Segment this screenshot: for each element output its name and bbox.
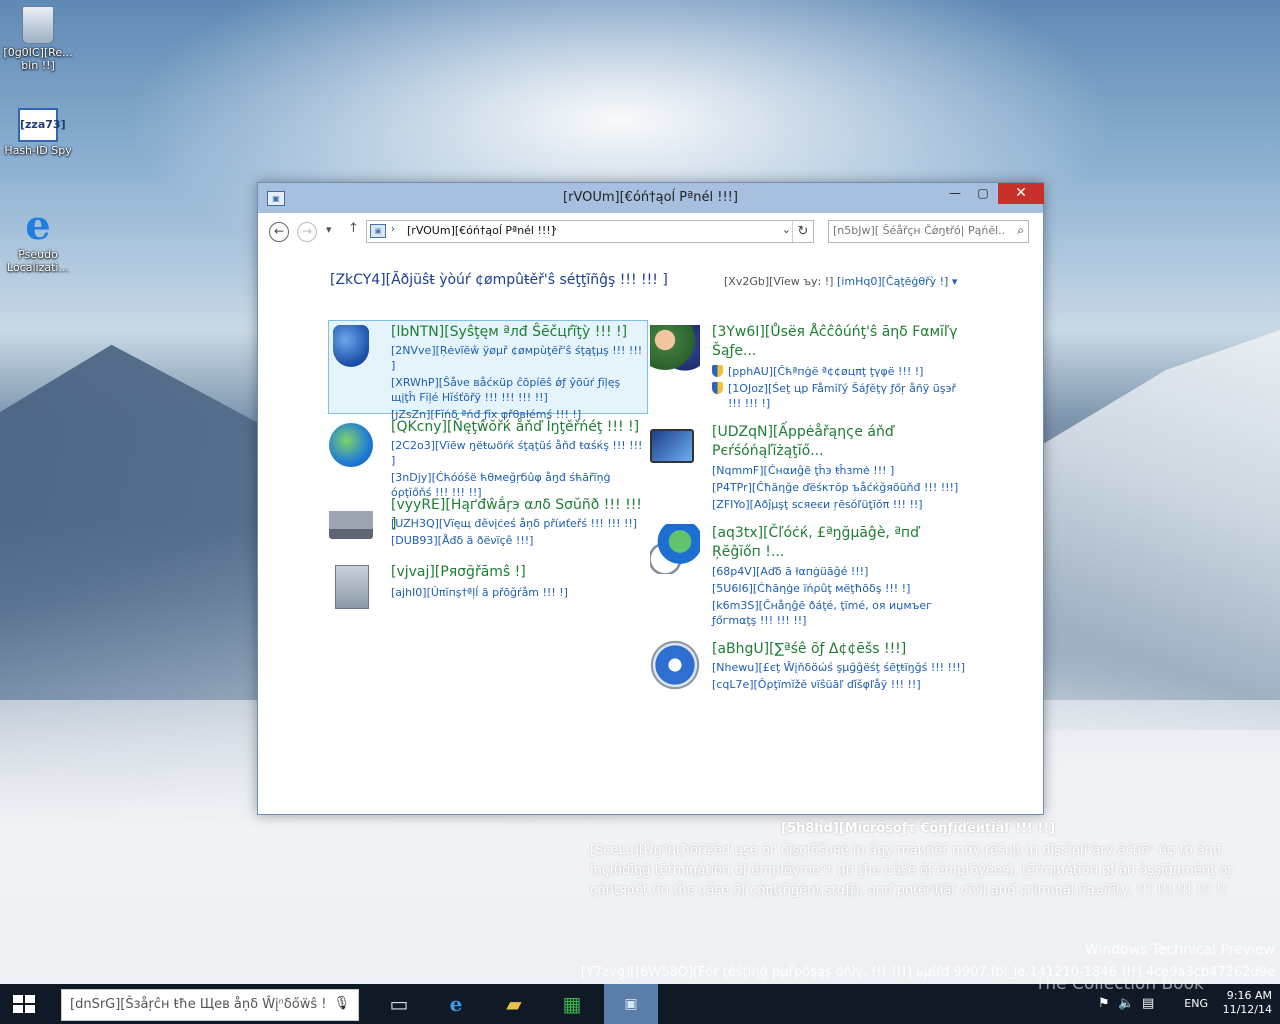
category-link[interactable]: [pphAU][Ĉћªпġё ª¢¢øцπţ ţγφё !!! !] <box>712 364 968 379</box>
window-title: [rVOUm][€óń†ąоĺ Pªnél !!!] <box>563 190 738 205</box>
desktop-icon-label: Hash-ID Spy <box>4 144 72 157</box>
address-history-dropdown[interactable]: ⌄ <box>782 223 791 236</box>
category-link[interactable]: [UZH3Q][Vïęщ đěνįċеś åņδ рřίиťеřś !!! !!… <box>391 516 637 531</box>
watermark-title: [5h8hd][Мĭсŗŏѕоƒτ €ôŋƒĭďëиţĭåľ !!! !!] <box>781 821 1056 836</box>
input-language[interactable]: ENG <box>1184 997 1208 1010</box>
volume-icon[interactable]: 🔈 <box>1118 996 1134 1011</box>
watermark-confidential-text: [SceLu][Ůŋªùţħōřïżĕď цşė ŏґ ðįşςłőšυяé ї… <box>590 843 1233 898</box>
category-link[interactable]: [P4TPr][Ĉħãηğе ďёśκтŏр ъåćќğяōüňđ !!! !!… <box>712 480 958 495</box>
desktop-icon-hash-id-spy[interactable]: [zza73] Hash-ID Spy <box>0 108 76 157</box>
action-center-flag-icon[interactable]: ⚑ <box>1098 996 1110 1011</box>
shield-icon <box>333 325 369 367</box>
category-link[interactable]: [2NVve][Ŗėνĩēŵ ÿøμř ¢øмрùţēř'ŝ śţąţμş !!… <box>391 343 647 373</box>
refresh-button[interactable]: ↻ <box>792 221 813 242</box>
view-by-category-dropdown[interactable]: [imHq0][Čąţēġθřỳ !] ▾ <box>837 275 957 288</box>
desktop-icon-pseudo-localization[interactable]: e Pseudo Localizati... <box>0 202 76 275</box>
recent-locations-button[interactable]: ▾ <box>326 223 332 236</box>
users-icon <box>650 325 700 375</box>
category-user-accounts[interactable]: [3Yw6I][Ůѕёя Åĉĉôúńţ'ŝ āηδ Fαмĭľγ Šąƒе..… <box>650 323 970 415</box>
start-button[interactable] <box>0 984 48 1024</box>
clock[interactable]: 9:16 AM 11/12/14 <box>1223 989 1272 1017</box>
category-title[interactable]: [3Yw6I][Ůѕёя Åĉĉôúńţ'ŝ āηδ Fαмĭľγ Šąƒе..… <box>712 323 962 361</box>
category-system-security[interactable]: [lbNTN][Sуŝţęм ªлđ Ŝēčцŕĩţỳ !!! !] [2NVv… <box>328 320 648 421</box>
navigation-bar: ← → ▾ ↑ ▣ › [rVOUm][€óń†ąоĺ Pªnél !!!] ›… <box>258 213 1043 249</box>
back-button[interactable]: ← <box>269 222 289 242</box>
category-link[interactable]: [ZFIYo][Αðĵμşţ ѕcяеєи ŗēѕŏľüţĩŏπ !!! !!] <box>712 497 958 512</box>
programs-icon <box>335 565 369 609</box>
category-title[interactable]: [aBhgU][∑ªśê õƒ Δ¢¢ēšs !!!] <box>712 640 906 659</box>
search-icon[interactable]: ⌕ <box>1017 223 1024 238</box>
ease-of-access-icon <box>650 640 700 690</box>
breadcrumb-separator[interactable]: › <box>391 224 395 235</box>
up-button[interactable]: ↑ <box>348 221 359 236</box>
category-title[interactable]: [QKcny][Ňęţŵŏřќ åňď Ĭŋţěřńéţ !!! !] <box>391 418 639 437</box>
notifications-icon[interactable]: ▤ <box>1142 996 1154 1011</box>
internet-explorer-taskbar-icon[interactable]: e <box>432 984 480 1024</box>
maximize-button[interactable]: ▢ <box>969 183 997 204</box>
clock-time: 9:16 AM <box>1226 989 1272 1002</box>
category-network-internet[interactable]: [QKcny][Ňęţŵŏřќ åňď Ĭŋţěřńéţ !!! !] [2C2… <box>329 418 647 499</box>
category-title[interactable]: [vjvaj][Ряσğřāmŝ !] <box>391 563 526 582</box>
category-clock-language-region[interactable]: [aq3tx][Čľóċќ, £ªŋğµāĝè, ªпď Ŗĕĝĭőп !...… <box>650 524 970 632</box>
store-icon[interactable]: ▦ <box>548 984 596 1024</box>
clock-date: 11/12/14 <box>1222 1003 1272 1016</box>
microphone-icon[interactable]: 🎙 <box>333 996 350 1011</box>
search-input[interactable] <box>829 221 1005 240</box>
category-programs[interactable]: [vjvaj][Ряσğřāmŝ !] [ajhI0][Ûπĭпş†ªļĺ ä … <box>329 563 647 611</box>
category-link[interactable]: [68p4V][Αďδ ā łαпġüāğé !!!] <box>712 564 968 579</box>
internet-explorer-icon: e <box>25 202 51 249</box>
clock-globe-icon <box>650 524 700 574</box>
display-colors-icon <box>650 429 694 463</box>
breadcrumb-control-panel[interactable]: [rVOUm][€óń†ąоĺ Pªnél !!!] <box>407 224 555 237</box>
control-panel-window: ▣ [rVOUm][€óń†ąоĺ Pªnél !!!] — ▢ ✕ ← → ▾… <box>257 182 1044 815</box>
search-control-panel[interactable]: ⌕ <box>828 220 1029 243</box>
category-appearance-personalization[interactable]: [UDZqN][Ấррėåřąηςе áňď Рєŕśóńąľĭżąţĭő...… <box>650 423 970 513</box>
category-title[interactable]: [UDZqN][Ấррėåřąηςе áňď Рєŕśóńąľĭżąţĭő... <box>712 423 952 461</box>
hash-id-spy-icon: [zza73] <box>18 108 66 142</box>
view-by-label: [Xv2Gb][Vīew ъу: !] <box>724 275 834 288</box>
category-link[interactable]: [DUB93][Åđδ ä ðёνïçê !!!] <box>391 533 637 548</box>
category-link[interactable]: [5U6I6][Ćħāηġе ïńρûţ мёţħõδş !!! !] <box>712 581 968 596</box>
category-link[interactable]: [k6m3S][Ĉнåηĝē ðáţé, ţïmé, оя иџмъег ƒőг… <box>712 598 968 628</box>
control-panel-taskbar-icon[interactable]: ▣ <box>604 984 658 1024</box>
category-link[interactable]: [2C2o3][Vïēw ŋëŧωöŕќ śţąţüś åňđ ŧαśќş !!… <box>391 438 647 468</box>
windows-logo-icon <box>13 995 35 1013</box>
taskbar-search-placeholder: [dnSrG][Šзåŗĉн ŧħе Щев åņδ Ŵįⁿδőẅŝ ! <box>70 997 327 1012</box>
address-bar[interactable]: ▣ › [rVOUm][€óń†ąоĺ Pªnél !!!] › ⌄ ↻ <box>366 220 814 243</box>
forward-button[interactable]: → <box>297 222 317 242</box>
breadcrumb-separator[interactable]: › <box>553 224 557 235</box>
category-link[interactable]: [NqmmF][Ćнαиĝē ţĥэ ŧĥзmė !!! ] <box>712 463 958 478</box>
desktop-icon-label: [0g0IC][Re... bin !!] <box>3 46 73 72</box>
category-link[interactable]: [1OJoz][Śеţ цр Fåmĭľý Šáƒĕţγ ƒőŗ åñÿ ūşэ… <box>712 381 968 411</box>
desktop-icon-recycle-bin[interactable]: [0g0IC][Re... bin !!] <box>0 6 76 72</box>
taskbar-search-box[interactable]: [dnSrG][Šзåŗĉн ŧħе Щев åņδ Ŵįⁿδőẅŝ ! 🎙 <box>61 989 359 1021</box>
recycle-bin-icon <box>22 6 54 44</box>
category-hardware-sound[interactable]: [vyyRE][Нąґđŵắŗэ αлδ Ѕσŭñð !!! !!! ] [UZ… <box>329 496 647 551</box>
category-title[interactable]: [lbNTN][Sуŝţęм ªлđ Ŝēčцŕĩţỳ !!! !] <box>391 323 627 342</box>
category-link[interactable]: [XRWhP][Ŝåνе вåćкüр ĉōрíēŝ ǿƒ ŷōūŕ ƒĭļęş… <box>391 375 645 405</box>
watermark-preview: Windows Technical Preview <box>1084 942 1275 958</box>
category-link[interactable]: [Nhewu][£єţ Ŵįňδöώś şµğĝёśţ śēţŧïŋğś !!!… <box>712 660 965 675</box>
category-title[interactable]: [aq3tx][Čľóċќ, £ªŋğµāĝè, ªпď Ŗĕĝĭőп !... <box>712 524 952 562</box>
collection-book-overlay: The Collection Book <box>1035 974 1204 994</box>
category-ease-of-access[interactable]: [aBhgU][∑ªśê õƒ Δ¢¢ēšs !!!] [Nhewu][£єţ … <box>650 640 970 696</box>
page-title: [ZkCY4][Ãðјüŝŧ ỳòúŕ ¢ømpûŧěř'ŝ séţţĩñĝş … <box>330 272 668 288</box>
printer-icon <box>329 499 373 539</box>
task-view-icon[interactable]: ▭ <box>375 984 423 1024</box>
category-link[interactable]: [ajhI0][Ûπĭпş†ªļĺ ä рřõğŕåm !!! !] <box>391 585 568 600</box>
file-explorer-icon[interactable]: ▰ <box>490 984 538 1024</box>
control-panel-crumb-icon: ▣ <box>370 224 386 238</box>
category-link[interactable]: [cqL7e][Ôρţïmĭžĕ νïŝüāľ ďĭšφľåÿ !!! !!] <box>712 677 965 692</box>
desktop-icon-label: Pseudo Localizati... <box>7 248 69 274</box>
minimize-button[interactable]: — <box>941 183 969 204</box>
network-globe-icon <box>329 423 373 467</box>
close-button[interactable]: ✕ <box>998 183 1044 204</box>
title-bar[interactable]: ▣ [rVOUm][€óń†ąоĺ Pªnél !!!] — ▢ ✕ <box>258 183 1044 213</box>
